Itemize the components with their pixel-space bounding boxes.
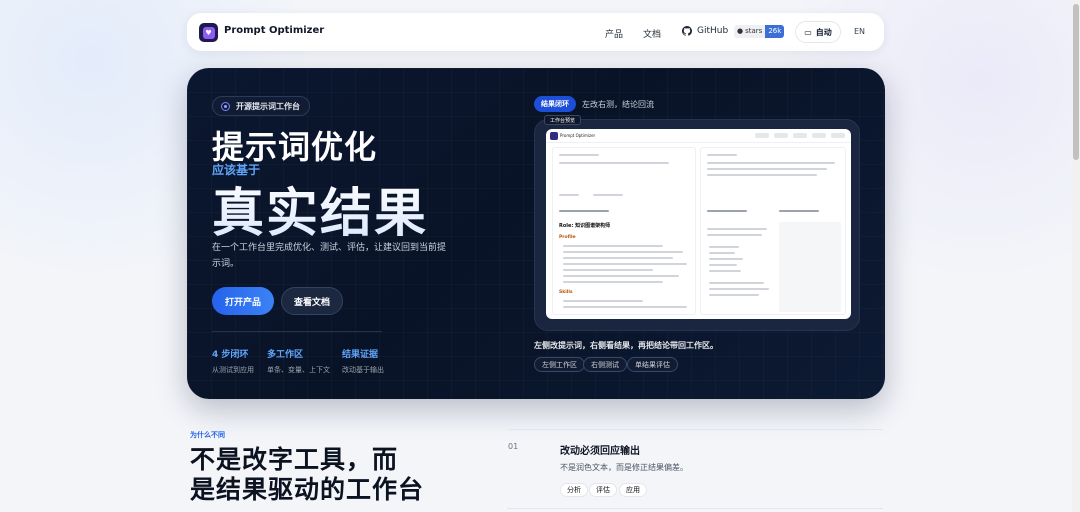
hero-title-big: 真实结果 <box>212 171 428 246</box>
preview-caption: 左侧改提示词，右侧看结果，再把结论带回工作区。 <box>534 341 718 350</box>
stat-item: 4 步闭环 从测试到应用 <box>212 347 254 375</box>
section-headline: 不是改字工具，而 是结果驱动的工作台 <box>190 445 424 505</box>
stars-label: stars <box>745 27 763 35</box>
open-product-button[interactable]: 打开产品 <box>212 287 274 315</box>
feature-divider-bottom <box>507 508 883 509</box>
nav-link-product[interactable]: 产品 <box>605 27 623 40</box>
hero-pill-label: 开源提示词工作台 <box>236 101 300 111</box>
stat-desc: 改动基于输出 <box>342 366 384 374</box>
feature-title: 改动必须回应输出 <box>560 446 640 457</box>
nav-link-docs[interactable]: 文档 <box>643 27 661 40</box>
section-headline-line1: 不是改字工具，而 <box>190 445 399 474</box>
preview-nav <box>755 133 845 138</box>
feature-chip-evaluate: 评估 <box>589 483 617 497</box>
github-link[interactable]: GitHub <box>682 26 728 36</box>
stat-desc: 单条、变量、上下文 <box>267 366 330 374</box>
stat-desc: 从测试到应用 <box>212 366 254 374</box>
monitor-icon: ▭ <box>804 27 812 37</box>
hero-card: 开源提示词工作台 提示词优化 应该基于 真实结果 在一个工作台里完成优化、测试、… <box>187 68 885 399</box>
theme-toggle-button[interactable]: ▭ 自动 <box>795 21 841 43</box>
stars-count: 26k <box>765 25 785 38</box>
stat-title: 多工作区 <box>267 350 304 360</box>
language-switch[interactable]: EN <box>854 27 865 36</box>
preview-brand: Prompt Optimizer <box>560 133 596 138</box>
preview-topbar: Prompt Optimizer <box>546 129 851 143</box>
stat-title: 结果证据 <box>342 350 379 360</box>
preview-skills-heading: Skills <box>559 290 573 295</box>
stat-item: 结果证据 改动基于输出 <box>342 347 384 375</box>
scrollbar-thumb[interactable] <box>1073 4 1079 160</box>
section-headline-line2: 是结果驱动的工作台 <box>190 475 425 504</box>
github-stars-badge[interactable]: ● stars 26k <box>734 25 785 38</box>
chip-single-eval: 单结果评估 <box>627 357 678 372</box>
github-small-icon: ● <box>737 27 744 35</box>
preview-role-heading: Role: 知识图谱架构师 <box>559 223 611 229</box>
feature-description: 不是润色文本，而是修正结果偏差。 <box>560 463 688 472</box>
preview-badge: 工作台预览 <box>544 115 582 125</box>
page-scrollbar[interactable] <box>1072 0 1080 512</box>
workbench-preview-image: Prompt Optimizer Role: 知识图谱架构师 Profile S… <box>546 129 851 319</box>
hero-pill: 开源提示词工作台 <box>212 96 310 116</box>
preview-left-pane: Role: 知识图谱架构师 Profile Skills <box>552 147 696 315</box>
loop-caption: 左改右测，结论回流 <box>582 100 654 109</box>
view-docs-button[interactable]: 查看文档 <box>281 287 343 315</box>
target-icon <box>221 101 230 111</box>
github-label: GitHub <box>697 26 729 36</box>
stat-item: 多工作区 单条、变量、上下文 <box>267 347 330 375</box>
stats-divider <box>212 331 382 332</box>
hero-description: 在一个工作台里完成优化、测试、评估，让建议回到当前提示词。 <box>212 243 447 269</box>
feature-number: 01 <box>508 442 519 451</box>
section-eyebrow: 为什么不同 <box>190 431 225 439</box>
app-logo[interactable]: ♥ <box>199 23 218 42</box>
preview-right-pane <box>700 147 846 315</box>
feature-divider-top <box>507 429 883 430</box>
top-navbar: ♥ Prompt Optimizer 产品 文档 GitHub ● stars 2… <box>187 13 884 51</box>
brand-name[interactable]: Prompt Optimizer <box>224 25 324 36</box>
feature-chip-analyze: 分析 <box>560 483 588 497</box>
chip-left-workspace: 左侧工作区 <box>534 357 585 372</box>
github-icon <box>682 26 692 36</box>
feature-chip-apply: 应用 <box>619 483 647 497</box>
theme-label: 自动 <box>815 27 832 37</box>
preview-profile-heading: Profile <box>559 235 576 240</box>
preview-logo <box>550 132 558 140</box>
loop-tag: 结果闭环 <box>534 96 576 112</box>
stat-title: 4 步闭环 <box>212 350 249 360</box>
chip-right-test: 右侧测试 <box>583 357 627 372</box>
